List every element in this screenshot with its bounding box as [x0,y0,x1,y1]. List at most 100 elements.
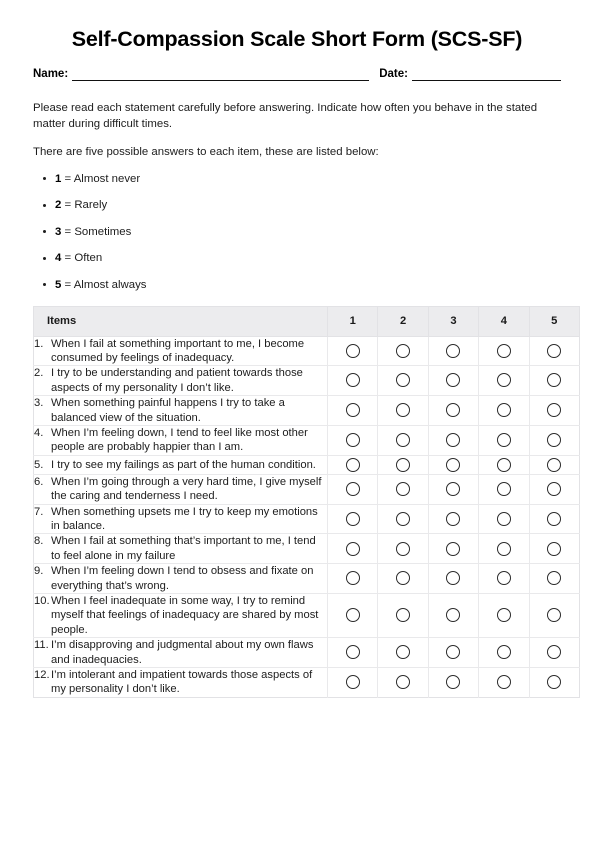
rating-cell-2[interactable] [377,365,429,397]
radio-button-icon[interactable] [446,481,461,496]
rating-cell-1[interactable] [327,474,379,505]
radio-button-icon[interactable] [547,571,562,586]
rating-cell-4[interactable] [478,455,530,475]
radio-button-icon[interactable] [446,433,461,448]
rating-cell-3[interactable] [428,593,480,639]
rating-cell-2[interactable] [377,504,429,535]
radio-button-icon[interactable] [396,645,411,660]
radio-button-icon[interactable] [446,511,461,526]
radio-button-icon[interactable] [345,571,360,586]
radio-button-icon[interactable] [446,403,461,418]
rating-cell-5[interactable] [529,504,580,535]
radio-button-icon[interactable] [496,433,511,448]
radio-button-icon[interactable] [345,675,360,690]
rating-cell-5[interactable] [529,593,580,639]
radio-button-icon[interactable] [496,457,511,472]
radio-button-icon[interactable] [345,511,360,526]
radio-button-icon[interactable] [547,343,562,358]
radio-button-icon[interactable] [396,675,411,690]
rating-cell-5[interactable] [529,668,579,698]
radio-button-icon[interactable] [547,481,562,496]
radio-button-icon[interactable] [396,457,411,472]
radio-button-icon[interactable] [496,481,511,496]
radio-button-icon[interactable] [496,608,511,623]
rating-cell-4[interactable] [478,667,530,698]
rating-cell-4[interactable] [478,504,530,535]
rating-cell-4[interactable] [478,533,530,565]
rating-cell-5[interactable] [529,395,580,426]
rating-cell-1[interactable] [327,667,379,698]
radio-button-icon[interactable] [496,373,511,388]
rating-cell-1[interactable] [327,365,379,397]
rating-cell-3[interactable] [428,637,480,669]
radio-button-icon[interactable] [547,511,562,526]
radio-button-icon[interactable] [446,541,461,556]
rating-cell-2[interactable] [377,395,429,426]
rating-cell-5[interactable] [529,637,580,669]
radio-button-icon[interactable] [446,373,461,388]
radio-button-icon[interactable] [547,645,562,660]
radio-button-icon[interactable] [345,373,360,388]
rating-cell-3[interactable] [428,395,480,426]
rating-cell-5[interactable] [529,365,580,397]
radio-button-icon[interactable] [345,343,360,358]
radio-button-icon[interactable] [446,457,461,472]
radio-button-icon[interactable] [345,541,360,556]
rating-cell-5[interactable] [529,455,580,475]
rating-cell-3[interactable] [428,474,480,505]
rating-cell-5[interactable] [529,474,580,505]
radio-button-icon[interactable] [396,608,411,623]
radio-button-icon[interactable] [446,343,461,358]
rating-cell-1[interactable] [327,455,379,475]
rating-cell-4[interactable] [478,593,530,639]
rating-cell-5[interactable] [529,563,580,594]
radio-button-icon[interactable] [345,481,360,496]
rating-cell-4[interactable] [478,637,530,669]
radio-button-icon[interactable] [345,433,360,448]
radio-button-icon[interactable] [496,645,511,660]
rating-cell-1[interactable] [327,563,379,594]
radio-button-icon[interactable] [345,645,360,660]
rating-cell-3[interactable] [428,667,480,698]
rating-cell-5[interactable] [529,425,580,456]
rating-cell-1[interactable] [327,425,379,456]
radio-button-icon[interactable] [547,433,562,448]
rating-cell-2[interactable] [377,336,429,367]
radio-button-icon[interactable] [345,403,360,418]
radio-button-icon[interactable] [547,675,562,690]
radio-button-icon[interactable] [446,571,461,586]
rating-cell-2[interactable] [377,593,429,639]
radio-button-icon[interactable] [496,343,511,358]
radio-button-icon[interactable] [496,541,511,556]
rating-cell-3[interactable] [428,365,480,397]
rating-cell-4[interactable] [478,395,530,426]
rating-cell-1[interactable] [327,395,379,426]
rating-cell-3[interactable] [428,533,480,565]
name-input[interactable] [72,68,370,81]
radio-button-icon[interactable] [396,511,411,526]
rating-cell-5[interactable] [529,336,580,367]
rating-cell-4[interactable] [478,336,530,367]
rating-cell-2[interactable] [377,533,429,565]
rating-cell-1[interactable] [327,336,379,367]
rating-cell-2[interactable] [377,563,429,594]
rating-cell-2[interactable] [377,425,429,456]
radio-button-icon[interactable] [396,343,411,358]
rating-cell-5[interactable] [529,533,580,565]
radio-button-icon[interactable] [446,608,461,623]
rating-cell-1[interactable] [327,637,379,669]
radio-button-icon[interactable] [396,373,411,388]
rating-cell-3[interactable] [428,504,480,535]
rating-cell-1[interactable] [327,533,379,565]
rating-cell-2[interactable] [377,637,429,669]
radio-button-icon[interactable] [446,675,461,690]
rating-cell-4[interactable] [478,425,530,456]
radio-button-icon[interactable] [345,457,360,472]
radio-button-icon[interactable] [547,608,562,623]
rating-cell-2[interactable] [377,474,429,505]
radio-button-icon[interactable] [396,433,411,448]
rating-cell-3[interactable] [428,563,480,594]
radio-button-icon[interactable] [396,481,411,496]
radio-button-icon[interactable] [496,571,511,586]
rating-cell-2[interactable] [377,667,429,698]
